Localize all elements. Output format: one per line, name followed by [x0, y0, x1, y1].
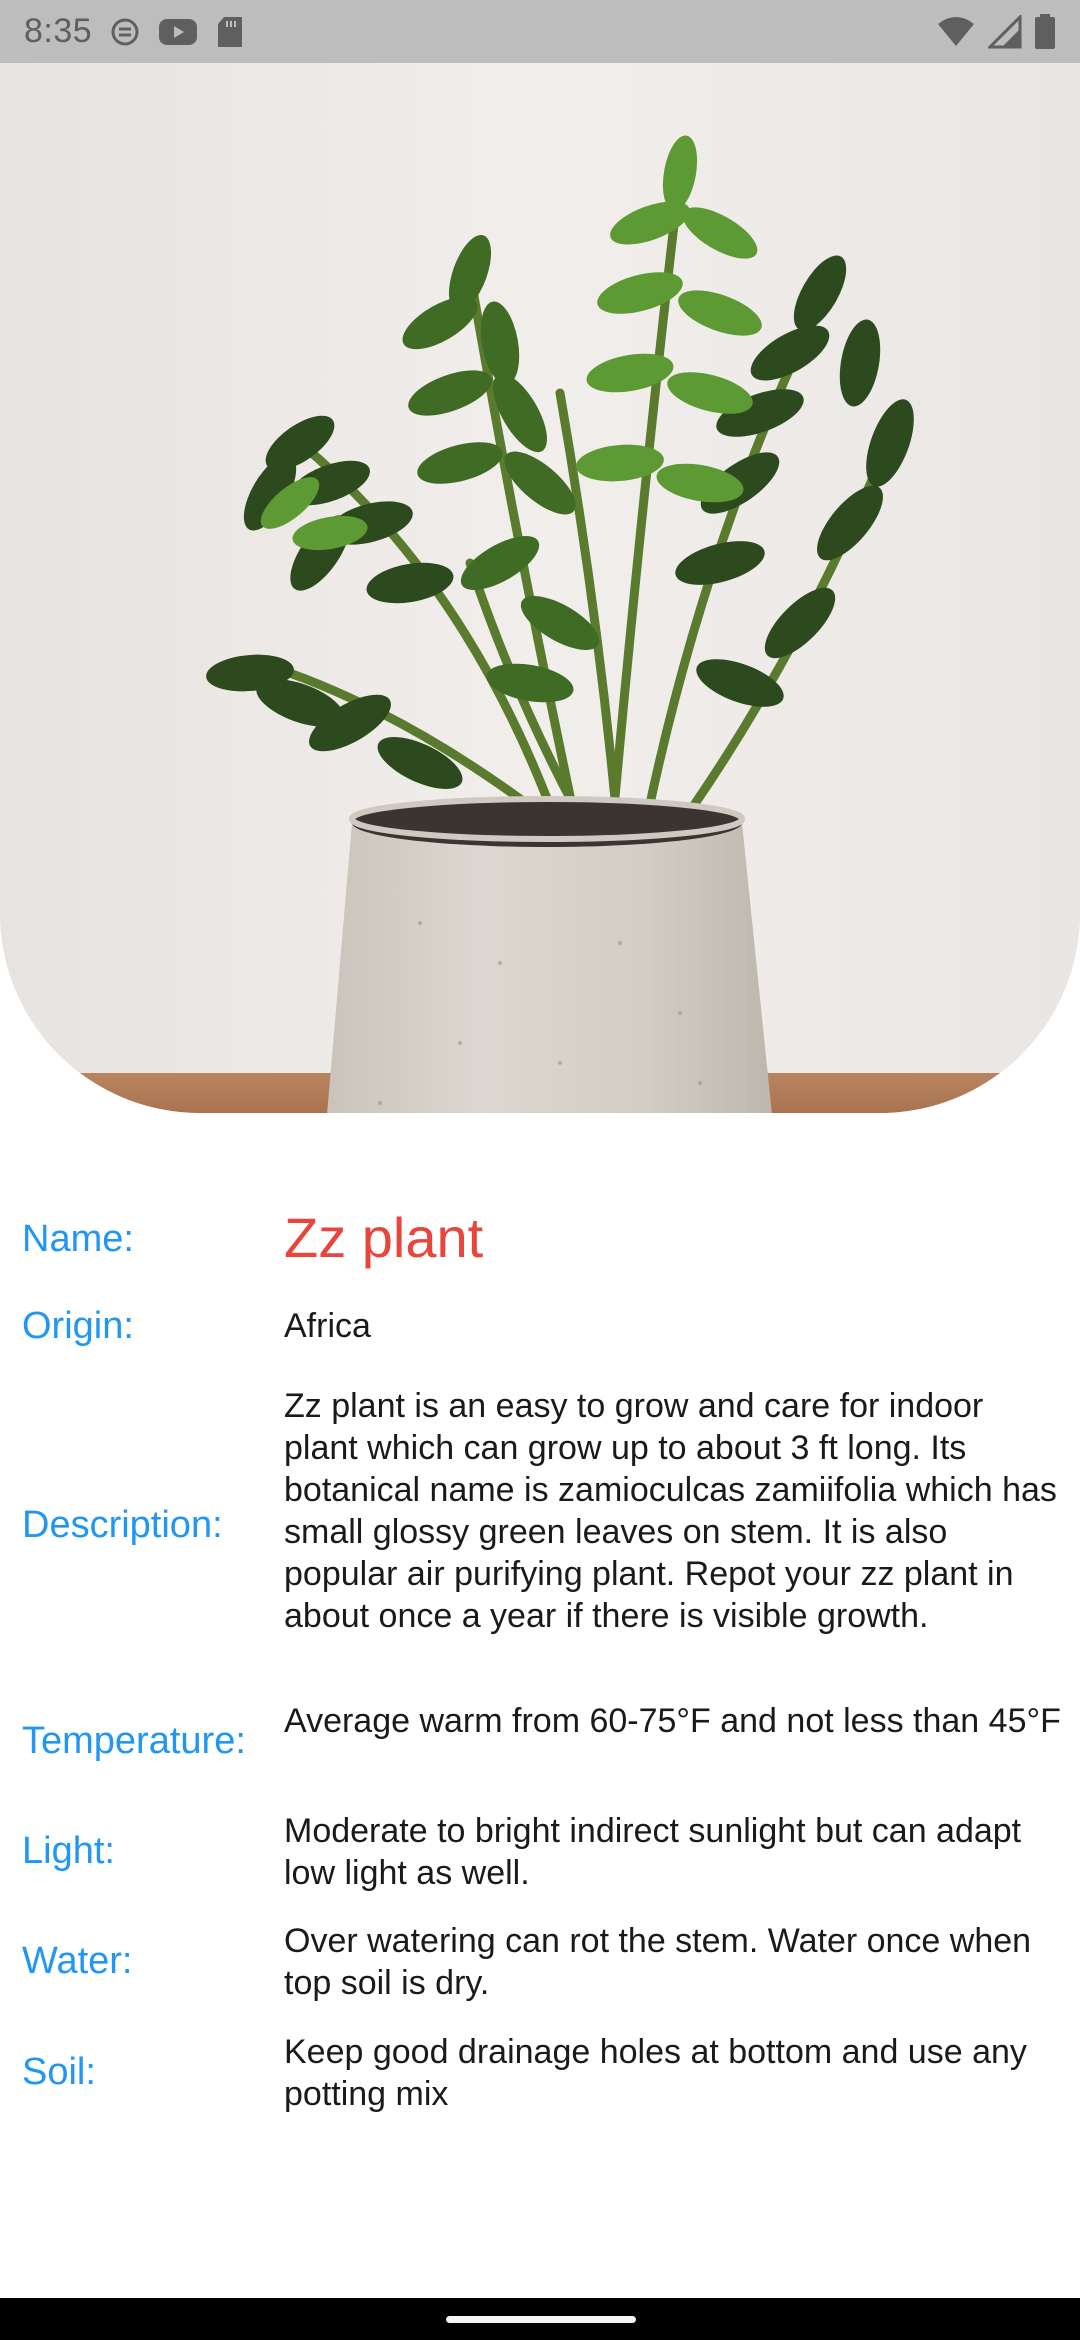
status-right-icons [936, 13, 1056, 50]
sd-card-icon [216, 15, 244, 49]
water-label: Water: [22, 1940, 133, 1982]
water-value: Over watering can rot the stem. Water on… [284, 1922, 1032, 2002]
light-label: Light: [22, 1830, 115, 1872]
soil-label: Soil: [22, 2051, 96, 2093]
status-bar: 8:35 [0, 0, 1080, 63]
origin-label: Origin: [22, 1305, 134, 1347]
plant-hero-image [0, 63, 1080, 1113]
wifi-icon [936, 16, 976, 48]
temperature-label: Temperature: [22, 1720, 246, 1762]
temperature-value: Average warm from 60-75°F and not less t… [284, 1702, 1061, 1740]
cell-signal-icon [988, 14, 1022, 49]
navigation-bar [0, 2298, 1080, 2340]
description-value: Zz plant is an easy to grow and care for… [284, 1387, 1057, 1635]
youtube-icon [158, 17, 198, 47]
home-gesture-handle[interactable] [446, 2316, 636, 2323]
light-value: Moderate to bright indirect sunlight but… [284, 1812, 1022, 1892]
zz-plant-photo [0, 63, 1080, 1113]
origin-value: Africa [284, 1307, 371, 1345]
data-saver-icon [110, 15, 140, 49]
description-label: Description: [22, 1504, 223, 1546]
battery-icon [1034, 13, 1056, 50]
plant-name: Zz plant [284, 1206, 484, 1269]
status-time: 8:35 [24, 12, 93, 50]
status-left-icons [110, 15, 244, 49]
plant-detail-screen: 8:35 Name: Zz plant Origin: Africa Descr… [0, 0, 1080, 2340]
soil-value: Keep good drainage holes at bottom and u… [284, 2033, 1027, 2113]
name-label: Name: [22, 1218, 134, 1260]
